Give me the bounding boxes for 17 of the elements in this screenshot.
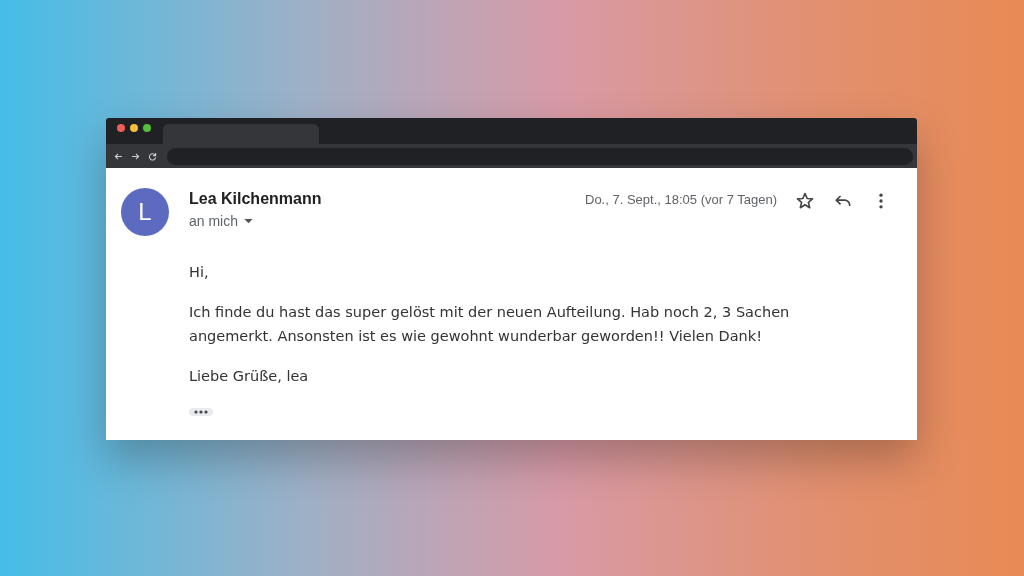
caret-icon[interactable]	[244, 218, 254, 224]
recipient-label: an mich	[189, 213, 239, 229]
maximize-icon[interactable]	[143, 123, 151, 132]
star-icon[interactable]	[795, 191, 815, 211]
show-trimmed-button[interactable]	[189, 408, 213, 416]
message-paragraph: Hi,	[189, 263, 210, 282]
avatar: L	[121, 188, 169, 236]
sender-name: Lea Kilchenmann	[189, 190, 323, 208]
message-paragraph: Ich finde du hast das super gelöst mit der neuen Aufteilung. Hab noch 2, 3 Sachen angemerkt. Ansonsten ist es wie gewohnt wunderbar geworden!! Vielen Dank!	[189, 303, 791, 346]
back-icon[interactable]	[114, 151, 123, 161]
dots-icon	[194, 410, 208, 414]
reload-icon[interactable]	[148, 151, 157, 161]
message-paragraph: Liebe Grüße, lea	[189, 367, 310, 386]
email-date: Do., 7. Sept., 18:05 (vor 7 Tagen)	[585, 192, 777, 207]
forward-icon[interactable]	[131, 151, 140, 161]
close-icon[interactable]	[117, 123, 125, 132]
minimize-icon[interactable]	[130, 123, 138, 132]
